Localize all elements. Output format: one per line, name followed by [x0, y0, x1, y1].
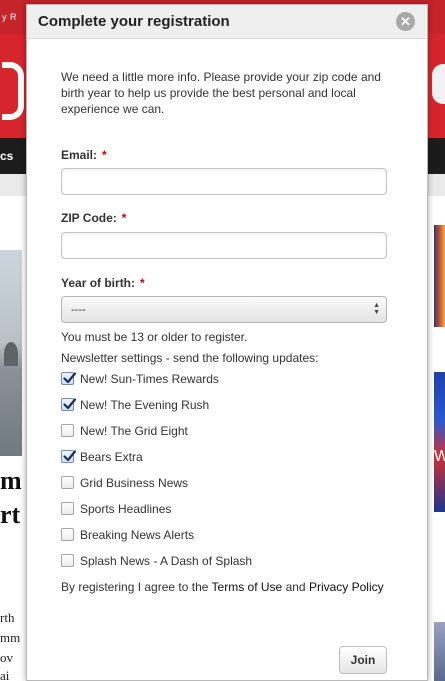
- sidebar-photo-1: [434, 225, 445, 327]
- birth-year-value: ----: [71, 304, 86, 316]
- dialog-header: Complete your registration ✕: [27, 5, 427, 39]
- newsletter-checkbox[interactable]: [61, 502, 74, 515]
- newsletter-label: Breaking News Alerts: [80, 528, 195, 542]
- registration-dialog: Complete your registration ✕ We need a l…: [26, 4, 428, 681]
- article-body-line: mm: [0, 630, 21, 645]
- newsletter-label: New! The Grid Eight: [80, 424, 188, 438]
- newsletter-checkbox[interactable]: [61, 554, 74, 567]
- newsletter-checkbox[interactable]: [61, 424, 74, 437]
- birth-year-select[interactable]: ---- ▲ ▼: [61, 296, 387, 323]
- newsletter-label: Splash News - A Dash of Splash: [80, 554, 253, 568]
- nav-item-fragment[interactable]: cs: [0, 149, 13, 163]
- newsletter-label: New! Sun-Times Rewards: [80, 372, 219, 386]
- privacy-policy-link[interactable]: Privacy Policy: [309, 580, 384, 594]
- select-arrows-icon: ▲ ▼: [373, 302, 380, 316]
- join-button[interactable]: Join: [339, 646, 387, 674]
- checkmark-icon: [63, 450, 77, 462]
- site-logo: [2, 62, 24, 120]
- required-mark: *: [140, 276, 145, 290]
- birth-year-label: Year of birth: *: [61, 276, 145, 290]
- checkmark-icon: [63, 372, 77, 384]
- top-bar-text-2: R: [10, 12, 17, 22]
- required-mark: *: [102, 148, 107, 162]
- newsletter-label: New! The Evening Rush: [80, 398, 210, 412]
- terms-prefix: By registering I agree to the: [61, 580, 212, 594]
- terms-notice: By registering I agree to the Terms of U…: [61, 580, 384, 594]
- article-body-line: rth: [0, 610, 15, 625]
- close-icon[interactable]: ✕: [396, 12, 415, 31]
- newsletter-checkbox[interactable]: [61, 398, 77, 411]
- intro-text: We need a little more info. Please provi…: [61, 70, 381, 116]
- newsletter-checkbox[interactable]: [61, 450, 77, 463]
- zip-label: ZIP Code: *: [61, 211, 127, 225]
- newsletter-label: Sports Headlines: [80, 502, 172, 516]
- article-photo: [0, 250, 22, 456]
- required-mark: *: [121, 211, 127, 225]
- email-field[interactable]: [61, 168, 387, 195]
- newsletter-heading: Newsletter settings - send the following…: [61, 351, 319, 365]
- top-bar-text: y: [2, 12, 7, 22]
- newsletter-label: Bears Extra: [80, 450, 143, 464]
- sidebar-photo-2: [434, 372, 445, 512]
- site-logo-right: [432, 64, 445, 104]
- newsletter-checkbox[interactable]: [61, 528, 74, 541]
- article-body-line: ov: [0, 650, 13, 665]
- sidebar-photo-text: W: [434, 448, 445, 465]
- newsletter-label: Grid Business News: [80, 476, 189, 490]
- terms-of-use-link[interactable]: Terms of Use: [212, 580, 283, 594]
- age-note: You must be 13 or older to register.: [61, 330, 248, 344]
- dialog-title: Complete your registration: [38, 13, 230, 30]
- article-body-line: ai: [0, 668, 10, 681]
- email-label: Email: *: [61, 148, 107, 162]
- newsletter-checkbox[interactable]: [61, 476, 74, 489]
- terms-middle: and: [282, 580, 309, 594]
- article-headline-2: rt: [0, 500, 21, 529]
- checkmark-icon: [63, 398, 77, 410]
- article-headline-1: m: [0, 466, 22, 495]
- newsletter-checkbox[interactable]: [61, 372, 77, 385]
- sidebar-photo-3: [434, 622, 445, 681]
- zip-field[interactable]: [61, 232, 387, 259]
